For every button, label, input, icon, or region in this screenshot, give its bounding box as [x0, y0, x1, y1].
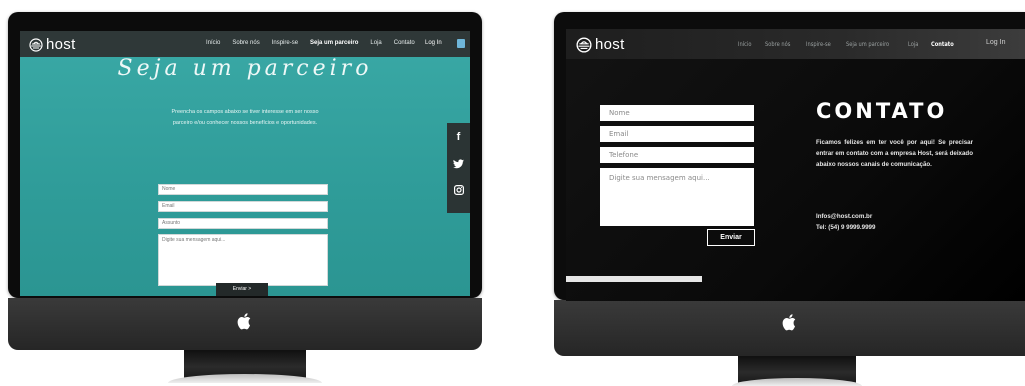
host-logo-icon	[29, 37, 43, 52]
email-field[interactable]: Email	[158, 201, 328, 212]
apple-logo-icon	[237, 313, 251, 330]
subject-field[interactable]: Assunto	[158, 218, 328, 229]
navbar: host Início Sobre nós Inspire-se Seja um…	[20, 31, 470, 57]
login-link[interactable]: Log In	[986, 39, 1005, 46]
user-icon[interactable]	[457, 39, 465, 48]
horizontal-scrollbar[interactable]	[566, 276, 702, 282]
login-link[interactable]: Log In	[425, 40, 442, 46]
facebook-icon[interactable]: f	[447, 131, 470, 143]
host-logo-icon	[576, 36, 592, 53]
nav-item-inspire-se[interactable]: Inspire-se	[272, 40, 298, 46]
contact-info: Infos@host.com.br Tel: (54) 9 9999.9999	[816, 211, 875, 233]
nav-item-inicio[interactable]: Início	[738, 41, 752, 48]
logo-text: host	[595, 36, 625, 53]
logo-text: host	[46, 36, 76, 53]
nav-item-contato[interactable]: Contato	[394, 40, 415, 46]
screen-partner-page: host Início Sobre nós Inspire-se Seja um…	[20, 31, 470, 296]
page-description: Preencha os campos abaixo se tiver inter…	[171, 109, 319, 126]
site-logo[interactable]: host	[29, 36, 76, 53]
twitter-icon[interactable]	[447, 159, 470, 172]
message-field[interactable]: Digite sua mensagem aqui...	[158, 234, 328, 286]
name-field[interactable]: Nome	[158, 184, 328, 195]
contact-paragraph: Ficamos felizes em ter você por aqui! Se…	[816, 139, 973, 168]
nav-item-loja[interactable]: Loja	[908, 41, 918, 48]
apple-logo-icon	[782, 314, 795, 331]
nav-item-seja-um-parceiro[interactable]: Seja um parceiro	[846, 41, 889, 48]
nav-item-sobre-nos[interactable]: Sobre nós	[232, 40, 259, 46]
nav-menu: Início Sobre nós Inspire-se Seja um parc…	[206, 40, 415, 46]
send-button[interactable]: Enviar >	[216, 283, 268, 296]
page-title: CONTATO	[816, 99, 948, 123]
instagram-icon[interactable]	[447, 185, 470, 198]
name-field[interactable]: Nome	[600, 105, 754, 121]
monitor-right: host Início Sobre nós Inspire-se Seja um…	[554, 12, 1025, 386]
nav-item-contato[interactable]: Contato	[931, 41, 954, 48]
site-logo[interactable]: host	[576, 36, 625, 53]
nav-item-inspire-se[interactable]: Inspire-se	[806, 41, 831, 48]
navbar: host Início Sobre nós Inspire-se Seja um…	[566, 29, 1025, 59]
send-button[interactable]: Enviar	[707, 229, 755, 246]
contact-phone: Tel: (54) 9 9999.9999	[816, 224, 876, 231]
nav-item-sobre-nos[interactable]: Sobre nós	[765, 41, 790, 48]
monitor-left: host Início Sobre nós Inspire-se Seja um…	[8, 12, 482, 383]
contact-email[interactable]: Infos@host.com.br	[816, 211, 875, 222]
nav-menu: Início Sobre nós Inspire-se Seja um parc…	[738, 41, 958, 48]
message-field[interactable]: Digite sua mensagem aqui...	[600, 168, 754, 226]
nav-item-loja[interactable]: Loja	[370, 40, 381, 46]
phone-field[interactable]: Telefone	[600, 147, 754, 163]
email-field[interactable]: Email	[600, 126, 754, 142]
screen-contact-page: host Início Sobre nós Inspire-se Seja um…	[566, 29, 1025, 301]
social-bar: f	[447, 123, 470, 213]
nav-item-seja-um-parceiro[interactable]: Seja um parceiro	[310, 40, 358, 46]
nav-item-inicio[interactable]: Início	[206, 40, 220, 46]
page-title: Seja um parceiro	[117, 56, 373, 81]
